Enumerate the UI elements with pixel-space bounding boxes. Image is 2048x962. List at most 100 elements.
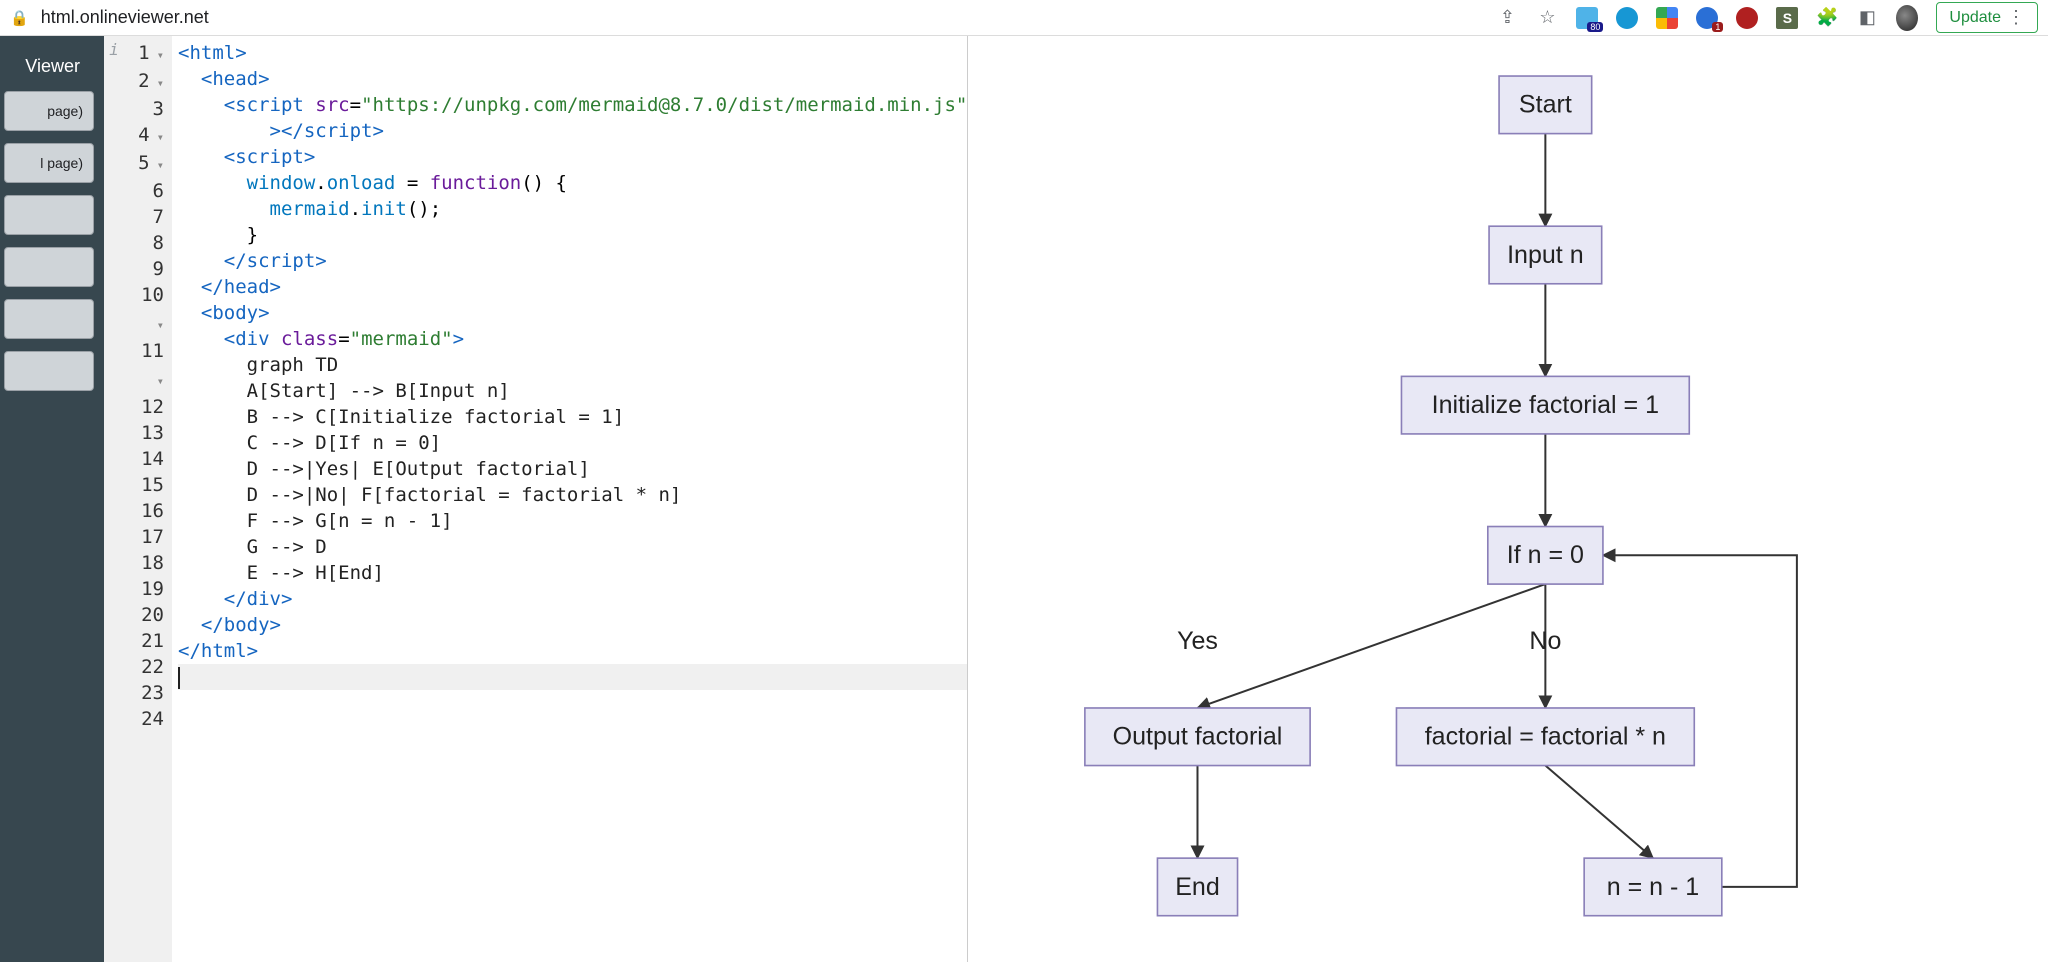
code-line[interactable]: }	[178, 222, 967, 248]
code-line[interactable]: D -->|Yes| E[Output factorial]	[178, 456, 967, 482]
sidepanel-icon[interactable]: ◧	[1856, 7, 1878, 29]
extension-s-icon[interactable]: S	[1776, 7, 1798, 29]
code-line[interactable]: C --> D[If n = 0]	[178, 430, 967, 456]
toolbar-icons: ⇪ ☆ S 🧩 ◧ Update ⋮	[1496, 2, 2038, 33]
code-line[interactable]: E --> H[End]	[178, 560, 967, 586]
svg-text:factorial = factorial * n: factorial = factorial * n	[1425, 723, 1666, 751]
code-line[interactable]: <script src="https://unpkg.com/mermaid@8…	[178, 92, 967, 118]
line-number-gutter: 123456789101112131415161718192021222324	[124, 36, 172, 962]
avatar-icon[interactable]	[1896, 7, 1918, 29]
update-label: Update	[1949, 9, 2001, 27]
svg-text:Input n: Input n	[1507, 241, 1584, 269]
line-number: 19	[128, 576, 164, 602]
code-line[interactable]: ></script>	[178, 118, 967, 144]
line-number: 22	[128, 654, 164, 680]
flow-node-G: n = n - 1	[1585, 858, 1723, 916]
code-line[interactable]: A[Start] --> B[Input n]	[178, 378, 967, 404]
svg-text:Start: Start	[1519, 91, 1572, 119]
line-number: 14	[128, 446, 164, 472]
code-line[interactable]: </div>	[178, 586, 967, 612]
sidebar-button[interactable]: l page)	[4, 143, 94, 183]
flow-node-H: End	[1158, 858, 1238, 916]
sidebar: Viewer page) l page)....	[0, 36, 104, 962]
svg-text:Output factorial: Output factorial	[1113, 723, 1283, 751]
extension-blue-icon[interactable]	[1696, 7, 1718, 29]
line-number: 23	[128, 680, 164, 706]
sidebar-button[interactable]: page)	[4, 91, 94, 131]
svg-text:If n = 0: If n = 0	[1507, 541, 1584, 569]
code-line[interactable]: D -->|No| F[factorial = factorial * n]	[178, 482, 967, 508]
code-content[interactable]: <html> <head> <script src="https://unpkg…	[172, 36, 967, 962]
extension-google-icon[interactable]	[1656, 7, 1678, 29]
info-gutter: i	[104, 36, 124, 962]
line-number: 20	[128, 602, 164, 628]
extension-mountain-icon[interactable]	[1576, 7, 1598, 29]
browser-toolbar: 🔒 html.onlineviewer.net ⇪ ☆ S 🧩 ◧ Update…	[0, 0, 2048, 36]
flow-edge-label: No	[1530, 627, 1562, 655]
line-number: 10	[128, 282, 164, 338]
flow-node-D: If n = 0	[1488, 527, 1603, 585]
code-line[interactable]: <script>	[178, 144, 967, 170]
code-line[interactable]: graph TD	[178, 352, 967, 378]
flow-node-F: factorial = factorial * n	[1397, 708, 1695, 766]
code-line[interactable]: </head>	[178, 274, 967, 300]
code-line[interactable]: mermaid.init();	[178, 196, 967, 222]
update-button[interactable]: Update ⋮	[1936, 2, 2038, 33]
sidebar-button[interactable]: .	[4, 247, 94, 287]
preview-pane: Start Input n Initialize factorial = 1 If n…	[968, 36, 2048, 962]
code-line[interactable]: <head>	[178, 66, 967, 92]
line-number: 7	[128, 204, 164, 230]
code-line[interactable]: <body>	[178, 300, 967, 326]
line-number: 6	[128, 178, 164, 204]
line-number: 15	[128, 472, 164, 498]
sidebar-title: Viewer	[25, 56, 94, 77]
sidebar-button[interactable]: .	[4, 299, 94, 339]
flow-node-C: Initialize factorial = 1	[1402, 376, 1690, 434]
code-line[interactable]: B --> C[Initialize factorial = 1]	[178, 404, 967, 430]
code-line[interactable]: F --> G[n = n - 1]	[178, 508, 967, 534]
code-line[interactable]: window.onload = function() {	[178, 170, 967, 196]
line-number: 24	[128, 706, 164, 732]
extension-circle-icon[interactable]	[1616, 7, 1638, 29]
share-icon[interactable]: ⇪	[1496, 7, 1518, 29]
line-number: 1	[128, 40, 164, 68]
menu-dots-icon[interactable]: ⋮	[2007, 7, 2025, 28]
line-number: 18	[128, 550, 164, 576]
flow-edge	[1198, 584, 1546, 708]
line-number: 9	[128, 256, 164, 282]
star-icon[interactable]: ☆	[1536, 7, 1558, 29]
info-glyph: i	[109, 40, 119, 962]
flow-edge	[1546, 766, 1654, 859]
line-number: 17	[128, 524, 164, 550]
flow-node-A: Start	[1499, 76, 1592, 134]
code-line[interactable]: <html>	[178, 40, 967, 66]
code-line[interactable]: </body>	[178, 612, 967, 638]
line-number: 13	[128, 420, 164, 446]
main-layout: Viewer page)l page).... i 12345678910111…	[0, 36, 2048, 962]
code-line[interactable]: </script>	[178, 248, 967, 274]
flow-node-B: Input n	[1489, 226, 1602, 284]
svg-text:Initialize factorial = 1: Initialize factorial = 1	[1432, 391, 1659, 419]
address-bar-url[interactable]: html.onlineviewer.net	[41, 7, 209, 28]
line-number: 21	[128, 628, 164, 654]
sidebar-button[interactable]: .	[4, 351, 94, 391]
code-line[interactable]: G --> D	[178, 534, 967, 560]
line-number: 3	[128, 96, 164, 122]
svg-text:End: End	[1176, 873, 1221, 901]
line-number: 2	[128, 68, 164, 96]
sidebar-button[interactable]: .	[4, 195, 94, 235]
line-number: 11	[128, 338, 164, 394]
lock-icon: 🔒	[10, 9, 29, 27]
code-editor[interactable]: i 12345678910111213141516171819202122232…	[104, 36, 968, 962]
line-number: 8	[128, 230, 164, 256]
extensions-puzzle-icon[interactable]: 🧩	[1816, 7, 1838, 29]
code-line[interactable]: </html>	[178, 638, 967, 664]
flowchart-svg: Start Input n Initialize factorial = 1 If n…	[968, 36, 2048, 962]
line-number: 16	[128, 498, 164, 524]
flow-node-E: Output factorial	[1085, 708, 1310, 766]
code-line[interactable]: <div class="mermaid">	[178, 326, 967, 352]
line-number: 4	[128, 122, 164, 150]
extension-ublock-icon[interactable]	[1736, 7, 1758, 29]
svg-text:n = n - 1: n = n - 1	[1607, 873, 1699, 901]
code-line[interactable]	[178, 664, 967, 690]
